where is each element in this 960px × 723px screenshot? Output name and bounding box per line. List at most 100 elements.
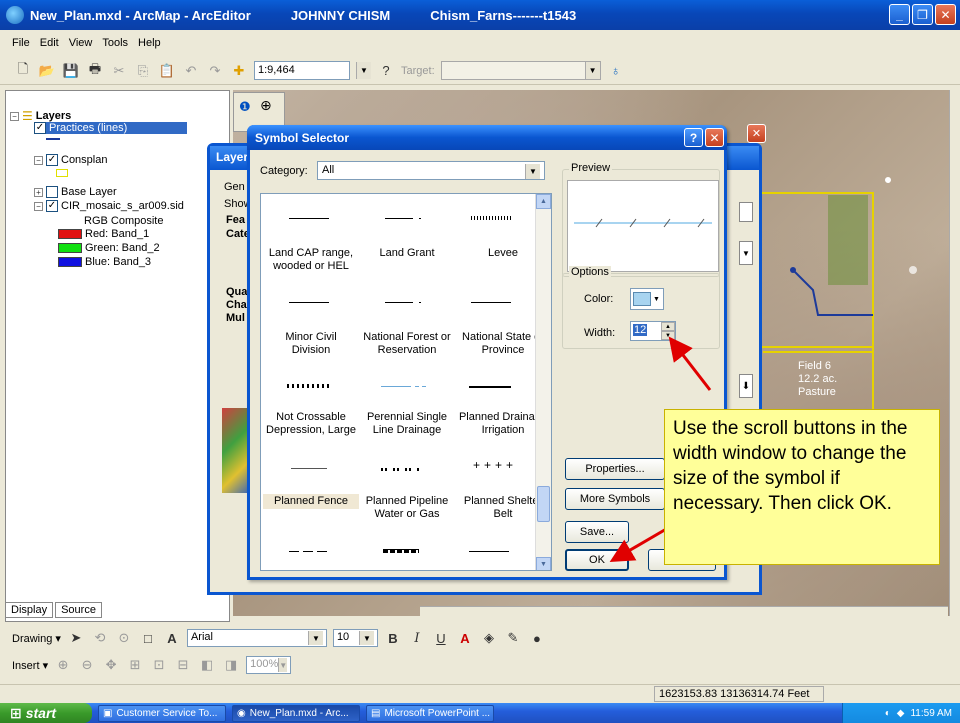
next-extent-icon[interactable]: ◨ [222,656,240,674]
underline-icon[interactable]: U [432,629,450,647]
italic-icon[interactable]: I [408,629,426,647]
line-color-icon[interactable]: ✎ [504,629,522,647]
add-data-icon[interactable]: ✚ [230,62,248,80]
layer-checkbox[interactable] [46,186,58,198]
menu-file[interactable]: File [12,37,30,49]
charts-item[interactable]: Cha [226,299,247,311]
collapse-icon[interactable]: − [10,111,19,121]
undo-icon[interactable]: ↶ [182,62,200,80]
select-elements-icon[interactable]: ➤ [67,629,85,647]
drawing-menu[interactable]: Drawing ▾ [12,632,61,645]
tab-source[interactable]: Source [55,602,102,618]
width-stepper[interactable]: 12 ▲ ▼ [630,321,676,341]
rectangle-icon[interactable]: □ [139,629,157,647]
font-size-select[interactable]: 10 ▼ [332,629,378,647]
symbol-item[interactable]: Land CAP range, wooded or HEL [263,246,359,274]
map-horizontal-scrollbar[interactable] [420,606,948,620]
features-item[interactable]: Fea [226,214,245,226]
multiple-attributes-item[interactable]: Mul [226,312,245,324]
symbol-list-scrollbar[interactable]: ▲ ▼ [535,194,551,570]
text-icon[interactable]: A [163,629,181,647]
fixed-zoom-in-icon[interactable]: ⊡ [150,656,168,674]
fixed-zoom-out-icon[interactable]: ⊟ [174,656,192,674]
expand-icon[interactable]: + [34,187,43,197]
chevron-down-icon[interactable]: ▼ [278,658,288,672]
tray-network-icon[interactable]: ◐ [885,708,891,719]
symbol-item-selected[interactable]: Planned Fence [263,494,359,509]
map-scale-input[interactable]: 1:9,464 [254,61,350,80]
scroll-thumb[interactable] [537,486,550,522]
print-icon[interactable]: 🖶 [86,61,104,80]
menu-tools[interactable]: Tools [102,37,128,49]
redo-icon[interactable]: ↷ [206,62,224,80]
properties-button[interactable]: Properties... [565,458,665,480]
category-select[interactable]: All ▼ [317,161,545,180]
move-down-arrow[interactable]: ⬇ [739,374,753,398]
pan-layout-icon[interactable]: ✥ [102,656,120,674]
font-select[interactable]: Arial ▼ [186,629,327,647]
symbol-item[interactable]: Minor Civil Division [263,330,359,358]
general-tab[interactable]: Gen [224,181,245,193]
zoom-whole-page-icon[interactable]: ⊙ [115,629,133,647]
layout-zoom-select[interactable]: 100% ▼ [246,656,292,674]
marker-color-icon[interactable]: ● [528,629,546,647]
toc-root[interactable]: − ☰ Layers [10,109,71,123]
menu-edit[interactable]: Edit [40,37,59,49]
zoom-in-icon[interactable]: ⊕ [260,97,272,114]
start-button[interactable]: ⊞ start [0,703,92,723]
paste-icon[interactable]: 📋 [158,62,176,80]
tab-display[interactable]: Display [5,602,54,618]
new-document-icon[interactable]: 🗋 [14,61,32,80]
chevron-down-icon[interactable]: ▼ [358,631,374,645]
symbol-item[interactable]: Not Crossable Depression, Large [263,410,359,438]
identify-icon[interactable]: ❶ [239,99,251,115]
chevron-down-icon[interactable]: ▼ [525,164,540,179]
cut-icon[interactable]: ✂ [110,62,128,80]
restore-button[interactable]: ❐ [912,4,933,25]
menu-help[interactable]: Help [138,37,161,49]
color-picker[interactable]: ▼ [630,288,664,310]
toc-layer-consplan[interactable]: − ✓ Consplan [34,154,107,166]
layer-checkbox[interactable]: ✓ [46,200,58,212]
font-color-icon[interactable]: A [456,629,474,647]
spin-up-arrow[interactable]: ▲ [661,322,675,331]
rotate-icon[interactable]: ⟲ [91,629,109,647]
zoom-full-icon[interactable]: ⊞ [126,656,144,674]
task-arcmap[interactable]: ◉ New_Plan.mxd - Arc... [232,704,360,722]
spin-down-arrow[interactable]: ▼ [661,331,675,340]
collapse-icon[interactable]: − [34,155,43,165]
symbol-item[interactable]: National Forest or Reservation [359,330,455,358]
symbol-item[interactable]: Planned Pipeline Water or Gas [359,494,455,522]
previous-extent-icon[interactable]: ◧ [198,656,216,674]
zoom-in-layout-icon[interactable]: ⊕ [54,656,72,674]
toc-layer-cir[interactable]: − ✓ CIR_mosaic_s_ar009.sid [34,200,184,212]
symbol-button[interactable] [739,202,753,222]
map-vertical-scrollbar[interactable] [949,90,960,616]
toc-layer-practices[interactable]: ✓ Practices (lines) [34,122,188,134]
minimize-button[interactable]: _ [889,4,910,25]
scroll-down-arrow[interactable]: ▼ [536,557,551,570]
target-dropdown[interactable]: ▼ [440,61,601,80]
dialog-close-button[interactable]: ✕ [705,128,724,147]
ok-button[interactable]: OK [565,549,629,571]
bold-icon[interactable]: B [384,629,402,647]
editor-icon[interactable]: ♁ [607,62,625,80]
scale-dropdown-arrow[interactable]: ▼ [356,62,371,79]
layer-properties-close-button[interactable]: ✕ [747,124,766,143]
more-symbols-button[interactable]: More Symbols [565,488,665,510]
close-window-button[interactable]: ✕ [935,4,956,25]
symbol-item[interactable]: Perennial Single Line Drainage [359,410,455,438]
symbol-list[interactable]: Land CAP range, wooded or HEL Land Grant… [260,193,552,571]
save-button[interactable]: Save... [565,521,629,543]
chevron-down-icon[interactable]: ▼ [307,631,323,645]
tray-shield-icon[interactable]: ◆ [897,708,905,719]
target-dropdown-arrow[interactable]: ▼ [584,62,600,79]
collapse-icon[interactable]: − [34,201,43,211]
layer-checkbox[interactable]: ✓ [34,122,46,134]
scroll-up-arrow[interactable]: ▲ [536,194,551,209]
layer-dropdown-arrow[interactable]: ▼ [739,241,753,265]
layer-checkbox[interactable]: ✓ [46,154,58,166]
help-button[interactable]: ? [684,128,703,147]
symbol-item[interactable]: Land Grant [359,246,455,261]
open-folder-icon[interactable]: 📂 [38,62,56,80]
